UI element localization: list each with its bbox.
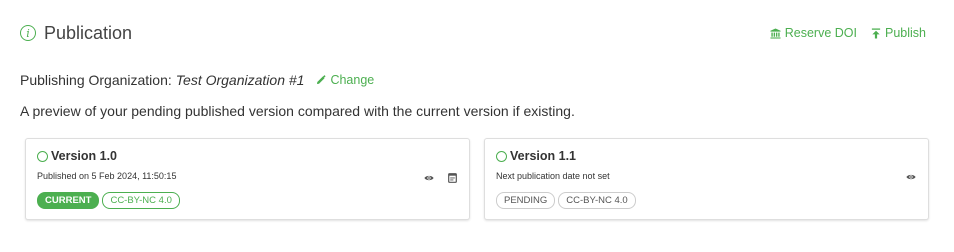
license-badge: CC-BY-NC 4.0 [102, 192, 180, 209]
version-badges: PENDING CC-BY-NC 4.0 [496, 192, 636, 209]
version-subtitle: Next publication date not set [496, 171, 610, 181]
header-title-group: i Publication [20, 23, 132, 44]
document-icon[interactable] [448, 173, 457, 183]
status-circle-icon [496, 150, 507, 162]
pencil-icon [317, 75, 327, 84]
version-title-row: Version 1.0 [37, 149, 117, 163]
info-icon: i [20, 25, 36, 41]
organization-line: Publishing Organization: Test Organizati… [20, 72, 374, 88]
version-actions [906, 173, 916, 181]
bank-icon [770, 27, 781, 39]
publication-header: i Publication Reserve DOI Publish [20, 20, 926, 46]
version-title: Version 1.1 [510, 149, 577, 163]
version-card: Version 1.1 Next publication date not se… [484, 138, 929, 220]
change-organization-button[interactable]: Change [316, 73, 374, 87]
page-title: Publication [44, 22, 133, 43]
publication-page: i Publication Reserve DOI Publish Publis… [0, 0, 954, 252]
publish-button[interactable]: Publish [871, 26, 926, 40]
current-badge: CURRENT [37, 192, 100, 209]
publish-label: Publish [885, 26, 926, 40]
version-subtitle: Published on 5 Feb 2024, 11:50:15 [37, 171, 177, 181]
preview-description: A preview of your pending published vers… [20, 103, 575, 119]
reserve-doi-button[interactable]: Reserve DOI [770, 26, 857, 40]
status-circle-icon [37, 150, 48, 162]
version-card: Version 1.0 Published on 5 Feb 2024, 11:… [25, 138, 470, 220]
change-label: Change [330, 73, 375, 87]
version-title: Version 1.0 [51, 149, 118, 163]
organization-name: Test Organization #1 [175, 72, 305, 88]
eye-icon[interactable] [906, 173, 916, 181]
pending-badge: PENDING [496, 192, 556, 209]
version-badges: CURRENT CC-BY-NC 4.0 [37, 192, 180, 209]
header-actions: Reserve DOI Publish [770, 26, 926, 40]
reserve-doi-label: Reserve DOI [784, 26, 857, 40]
license-badge: CC-BY-NC 4.0 [558, 192, 636, 209]
organization-label: Publishing Organization: [20, 72, 172, 88]
eye-icon[interactable] [424, 174, 434, 182]
publish-icon [871, 27, 881, 39]
version-title-row: Version 1.1 [496, 149, 576, 163]
version-actions [424, 173, 457, 183]
